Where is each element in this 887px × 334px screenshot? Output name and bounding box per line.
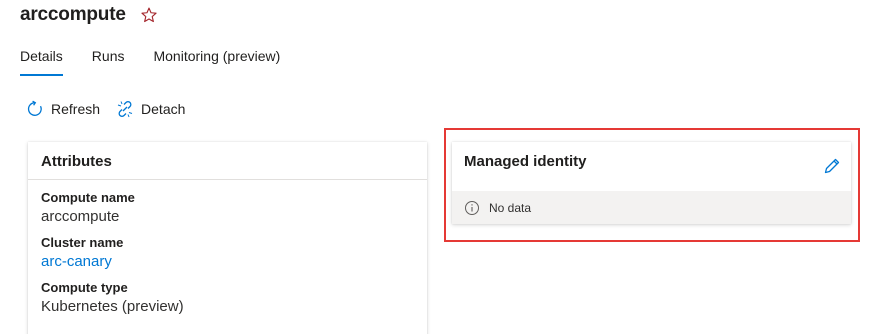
refresh-button[interactable]: Refresh xyxy=(26,100,100,118)
attribute-label: Compute name xyxy=(41,190,135,205)
attribute-item: Compute name arccompute xyxy=(28,190,427,225)
tab-details[interactable]: Details xyxy=(20,48,63,76)
refresh-label: Refresh xyxy=(51,101,101,117)
page-title: arccompute xyxy=(20,4,126,25)
attribute-label: Cluster name xyxy=(41,235,124,250)
attribute-label: Compute type xyxy=(41,280,128,295)
attribute-item: Compute type Kubernetes (preview) xyxy=(28,280,427,315)
tab-monitoring[interactable]: Monitoring (preview) xyxy=(153,48,280,76)
managed-identity-header: Managed identity xyxy=(452,142,851,191)
no-data-text: No data xyxy=(489,200,532,215)
detach-button[interactable]: Detach xyxy=(116,100,185,118)
cluster-name-link[interactable]: arc-canary xyxy=(41,253,427,270)
no-data-banner: No data xyxy=(452,191,851,224)
toolbar: Refresh Detach xyxy=(26,100,201,118)
tab-bar: Details Runs Monitoring (preview) xyxy=(20,48,309,76)
refresh-icon xyxy=(26,100,44,118)
attribute-value: arccompute xyxy=(41,208,120,225)
title-row: arccompute xyxy=(20,4,158,26)
star-icon[interactable] xyxy=(140,6,158,24)
unlink-icon xyxy=(116,100,134,118)
attributes-card: Attributes Compute name arccompute Clust… xyxy=(28,142,427,334)
info-icon xyxy=(464,200,480,216)
attribute-value: Kubernetes (preview) xyxy=(41,298,184,315)
edit-icon[interactable] xyxy=(822,156,842,176)
detach-label: Detach xyxy=(141,101,186,117)
tab-runs[interactable]: Runs xyxy=(92,48,125,76)
attribute-item: Cluster name arc-canary xyxy=(28,235,427,270)
managed-identity-card: Managed identity No data xyxy=(452,142,851,224)
attributes-title: Attributes xyxy=(28,142,427,180)
managed-identity-title: Managed identity xyxy=(464,153,587,170)
